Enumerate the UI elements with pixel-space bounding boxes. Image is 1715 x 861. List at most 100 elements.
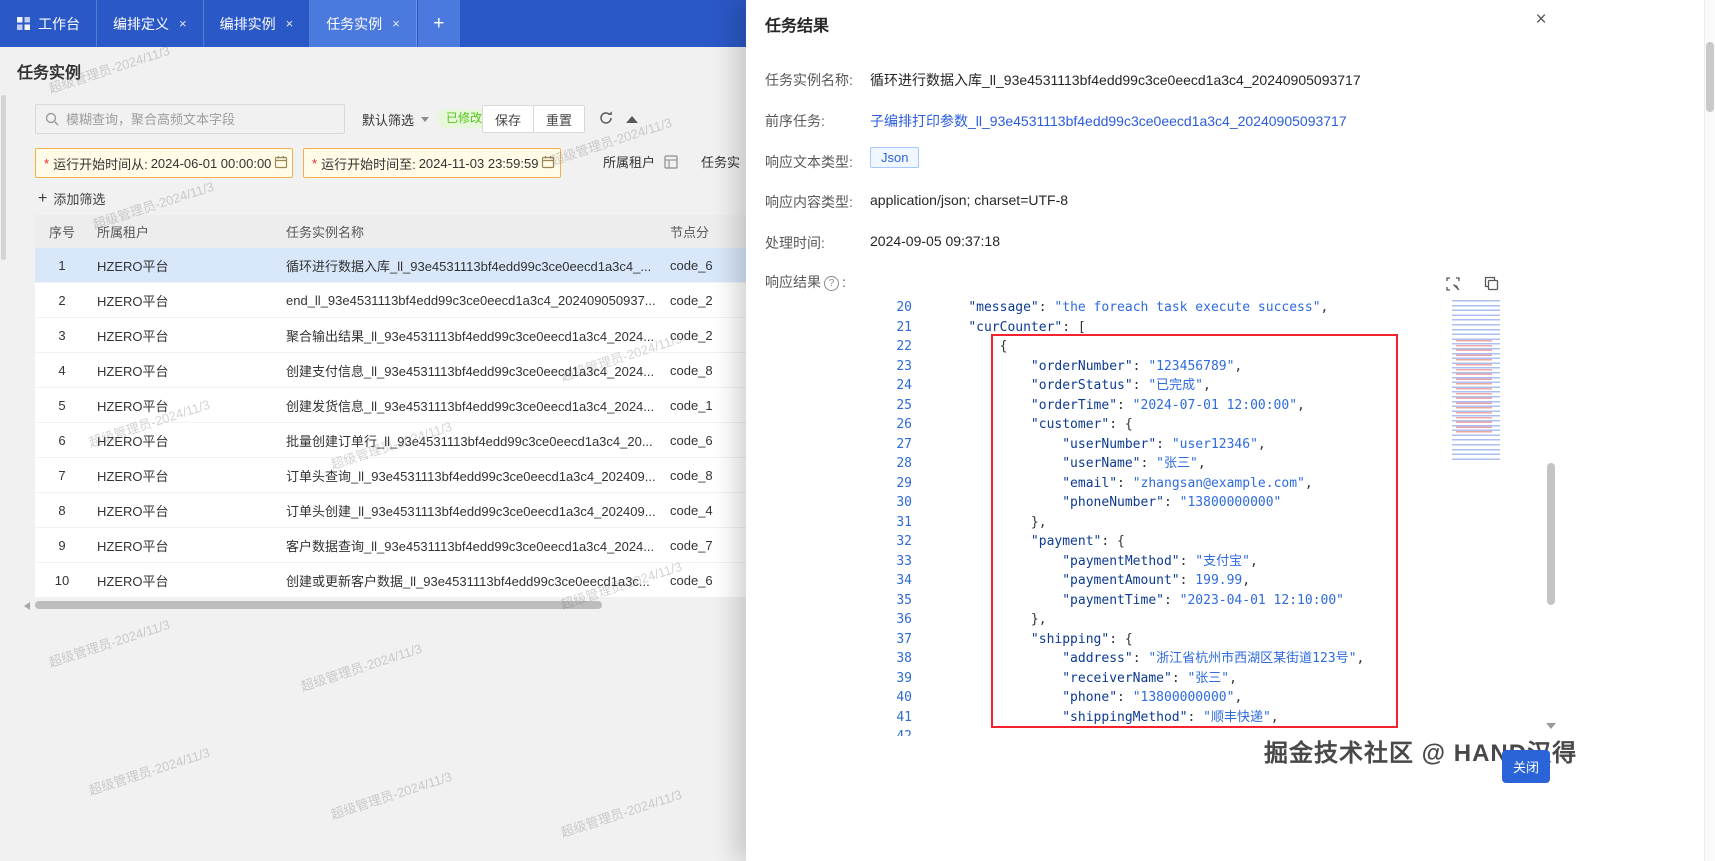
table-row[interactable]: 7 HZERO平台 订单头查询_ll_93e4531113bf4edd99c3ce0… — [35, 458, 746, 493]
truncated-filter[interactable]: 任务实 — [701, 152, 746, 171]
table-cell: 订单头查询_ll_93e4531113bf4edd99c3ce0eecd1a3c… — [286, 468, 656, 484]
preset-filter-select[interactable]: 默认筛选 — [362, 104, 430, 134]
tab-orchestration-instance[interactable]: 编排实例 × — [204, 0, 311, 47]
table-cell: HZERO平台 — [97, 398, 169, 414]
response-result-label: 响应结果?: — [765, 272, 846, 292]
code-line: 22 { — [896, 339, 1008, 354]
table-row[interactable]: 1 HZERO平台 循环进行数据入库_ll_93e4531113bf4edd99c3… — [35, 248, 746, 283]
col-node[interactable]: 节点分 — [662, 222, 746, 241]
table-cell: HZERO平台 — [97, 538, 169, 554]
table-cell: HZERO平台 — [97, 293, 169, 309]
table-cell: code_7 — [670, 537, 713, 553]
run-start-from-field[interactable]: * 运行开始时间从: 2024-06-01 00:00:00 — [35, 148, 293, 178]
table-cell: 创建或更新客户数据_ll_93e4531113bf4edd99c3ce0eecd… — [286, 573, 650, 589]
table-cell: 聚合输出结果_ll_93e4531113bf4edd99c3ce0eecd1a3… — [286, 328, 655, 344]
table-cell: code_6 — [670, 572, 713, 588]
response-result-label-text: 响应结果 — [765, 274, 821, 290]
fuzzy-search-box[interactable] — [35, 104, 345, 134]
horizontal-scrollbar-thumb[interactable] — [35, 601, 602, 609]
page-scrollbar[interactable] — [1704, 0, 1715, 861]
table-cell: code_6 — [670, 432, 713, 448]
table-cell: code_1 — [670, 397, 713, 413]
close-tab-icon[interactable]: × — [392, 16, 400, 31]
table-row[interactable]: 2 HZERO平台 end_ll_93e4531113bf4edd99c3ce0ee… — [35, 283, 746, 318]
add-tab-button[interactable]: + — [417, 0, 460, 47]
close-drawer-icon[interactable]: × — [1530, 9, 1552, 31]
json-result-editor[interactable]: 20 "message": "the foreach task execute … — [868, 266, 1556, 738]
table-row[interactable]: 4 HZERO平台 创建支付信息_ll_93e4531113bf4edd99c3ce… — [35, 353, 746, 388]
required-mark: * — [44, 155, 50, 171]
code-viewport[interactable]: 20 "message": "the foreach task execute … — [868, 298, 1540, 736]
table-cell: code_2 — [670, 327, 713, 343]
code-line: 29 "email": "zhangsan@example.com", — [896, 475, 1313, 491]
watermark-text: 超级管理员-2024/11/3 — [47, 616, 172, 671]
close-tab-icon[interactable]: × — [286, 16, 294, 31]
close-tab-icon[interactable]: × — [179, 16, 187, 31]
calendar-icon[interactable] — [274, 155, 288, 172]
code-line: 21 "curCounter": [ — [896, 319, 1086, 335]
table-cell: 9 — [58, 537, 66, 553]
table-cell: 7 — [58, 467, 66, 483]
table-cell: HZERO平台 — [97, 468, 169, 484]
col-seq[interactable]: 序号 — [35, 222, 89, 241]
table-cell: code_4 — [670, 502, 713, 518]
table-cell: 订单头创建_ll_93e4531113bf4edd99c3ce0eecd1a3c… — [286, 503, 656, 519]
table-cell: HZERO平台 — [97, 363, 169, 379]
table-row[interactable]: 6 HZERO平台 批量创建订单行_ll_93e4531113bf4edd99c3c… — [35, 423, 746, 458]
table-cell: code_8 — [670, 362, 713, 378]
search-input[interactable] — [66, 111, 335, 127]
table-row[interactable]: 10 HZERO平台 创建或更新客户数据_ll_93e4531113bf4edd99… — [35, 563, 746, 598]
code-line: 36 }, — [896, 612, 1047, 627]
process-time-label: 处理时间: — [765, 235, 825, 251]
tab-workbench[interactable]: 工作台 — [0, 0, 97, 47]
tab-orchestration-definition[interactable]: 编排定义 × — [97, 0, 204, 47]
table-cell: 批量创建订单行_ll_93e4531113bf4edd99c3ce0eecd1a… — [286, 433, 653, 449]
table-row[interactable]: 8 HZERO平台 订单头创建_ll_93e4531113bf4edd99c3ce0… — [35, 493, 746, 528]
calendar-icon[interactable] — [541, 155, 555, 172]
add-filter-button[interactable]: + 添加筛选 — [38, 189, 105, 208]
code-line: 35 "paymentTime": "2023-04-01 12:10:00" — [896, 592, 1345, 608]
table-cell: 3 — [58, 327, 66, 343]
table-row[interactable]: 5 HZERO平台 创建发货信息_ll_93e4531113bf4edd99c3ce… — [35, 388, 746, 423]
date-to-label: 运行开始时间至: — [321, 156, 416, 172]
code-line: 24 "orderStatus": "已完成", — [896, 378, 1211, 393]
table-cell: HZERO平台 — [97, 433, 169, 449]
reset-button[interactable]: 重置 — [533, 105, 586, 133]
minimap[interactable] — [1452, 300, 1500, 460]
page-scrollbar-thumb[interactable] — [1706, 42, 1714, 112]
code-line: 41 "shippingMethod": "顺丰快递", — [896, 709, 1279, 725]
run-start-to-field[interactable]: * 运行开始时间至: 2024-11-03 23:59:59 — [303, 148, 561, 178]
select-region-icon[interactable] — [1445, 276, 1461, 295]
help-icon[interactable]: ? — [824, 276, 839, 291]
code-line: 33 "paymentMethod": "支付宝", — [896, 553, 1258, 569]
table-row[interactable]: 9 HZERO平台 客户数据查询_ll_93e4531113bf4edd99c3ce… — [35, 528, 746, 563]
save-button[interactable]: 保存 — [482, 105, 535, 133]
code-line: 32 "payment": { — [896, 534, 1125, 549]
table-cell: 10 — [54, 572, 70, 588]
tab-task-instance[interactable]: 任务实例 × — [310, 0, 417, 47]
horizontal-scrollbar[interactable] — [8, 599, 738, 611]
minimap-red-marks — [1456, 340, 1492, 436]
table-cell: HZERO平台 — [97, 328, 169, 344]
pre-task-link[interactable]: 子编排打印参数_ll_93e4531113bf4edd99c3ce0eecd1a… — [870, 111, 1347, 131]
copy-icon[interactable] — [1484, 276, 1499, 294]
response-result-colon: : — [842, 274, 846, 290]
table-row[interactable]: 3 HZERO平台 聚合输出结果_ll_93e4531113bf4edd99c3ce… — [35, 318, 746, 353]
table-cell: 4 — [58, 362, 66, 378]
editor-scrollbar-thumb[interactable] — [1547, 463, 1555, 605]
tab-label: 任务实例 — [326, 15, 383, 32]
col-tenant[interactable]: 所属租户 — [89, 222, 278, 241]
left-panel-scrollbar[interactable] — [1, 95, 6, 260]
refresh-icon[interactable] — [598, 110, 614, 129]
tenant-filter[interactable]: 所属租户 — [603, 152, 678, 171]
tenant-table-icon — [664, 154, 678, 169]
col-name[interactable]: 任务实例名称 — [278, 222, 662, 241]
tab-label: 工作台 — [38, 15, 80, 32]
collapse-filters-icon[interactable] — [626, 116, 638, 123]
scroll-left-arrow-icon[interactable] — [24, 602, 30, 610]
editor-scroll-down-arrow[interactable] — [1546, 723, 1556, 729]
date-to-value: 2024-11-03 23:59:59 — [418, 155, 539, 171]
close-button[interactable]: 关闭 — [1502, 750, 1550, 783]
code-line: 39 "receiverName": "张三", — [896, 670, 1237, 686]
response-content-type-value: application/json; charset=UTF-8 — [870, 192, 1069, 208]
